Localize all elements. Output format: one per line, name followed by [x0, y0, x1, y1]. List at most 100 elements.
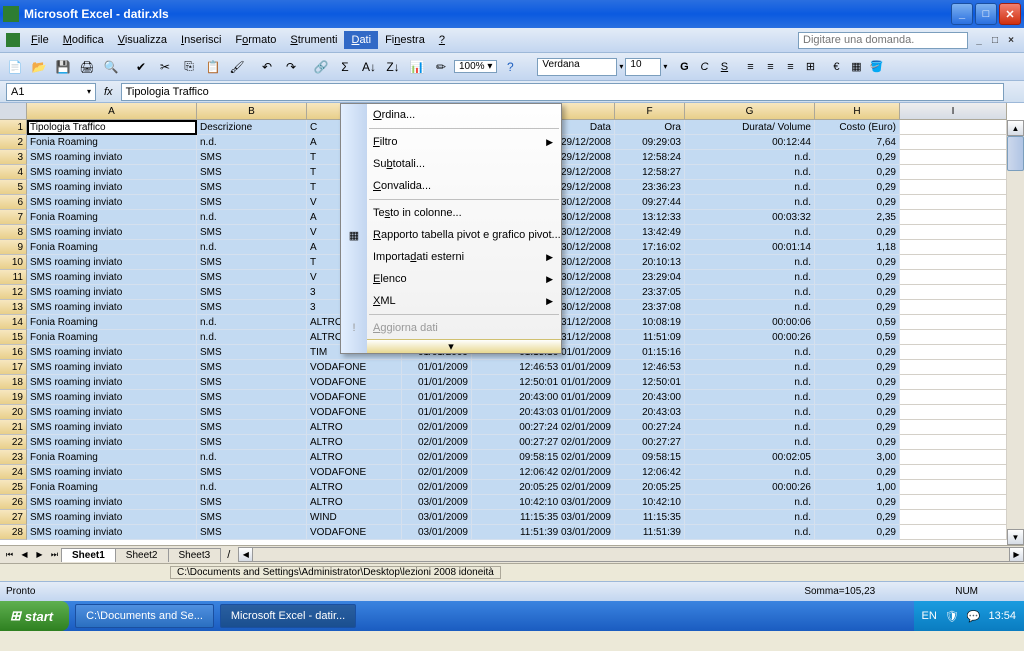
spell-icon[interactable]: ✔ — [130, 56, 152, 78]
cell-G11[interactable]: n.d. — [685, 270, 815, 285]
cell-H8[interactable]: 0,29 — [815, 225, 900, 240]
row-header-19[interactable]: 19 — [0, 390, 27, 405]
hscroll-right-icon[interactable]: ▶ — [1009, 547, 1024, 562]
cell-H16[interactable]: 0,29 — [815, 345, 900, 360]
cell-D22[interactable]: 02/01/2009 — [402, 435, 472, 450]
cell-C28[interactable]: VODAFONE — [307, 525, 402, 540]
cell-H10[interactable]: 0,29 — [815, 255, 900, 270]
doc-close[interactable]: × — [1004, 33, 1018, 47]
cell-A18[interactable]: SMS roaming inviato — [27, 375, 197, 390]
cell-A9[interactable]: Fonia Roaming — [27, 240, 197, 255]
cell-F23[interactable]: 09:58:15 — [615, 450, 685, 465]
cell-I7[interactable] — [900, 210, 1007, 225]
cell-F12[interactable]: 23:37:05 — [615, 285, 685, 300]
row-header-2[interactable]: 2 — [0, 135, 27, 150]
cell-E22[interactable]: 00:27:27 02/01/2009 — [472, 435, 615, 450]
cell-G26[interactable]: n.d. — [685, 495, 815, 510]
cell-H5[interactable]: 0,29 — [815, 180, 900, 195]
cell-G14[interactable]: 00:00:06 — [685, 315, 815, 330]
cell-B27[interactable]: SMS — [197, 510, 307, 525]
cell-H17[interactable]: 0,29 — [815, 360, 900, 375]
cell-H3[interactable]: 0,29 — [815, 150, 900, 165]
cell-H4[interactable]: 0,29 — [815, 165, 900, 180]
cell-A13[interactable]: SMS roaming inviato — [27, 300, 197, 315]
cell-D19[interactable]: 01/01/2009 — [402, 390, 472, 405]
redo-icon[interactable]: ↷ — [280, 56, 302, 78]
paste-icon[interactable]: 📋 — [202, 56, 224, 78]
cell-G5[interactable]: n.d. — [685, 180, 815, 195]
cell-I13[interactable] — [900, 300, 1007, 315]
cell-D18[interactable]: 01/01/2009 — [402, 375, 472, 390]
cell-G10[interactable]: n.d. — [685, 255, 815, 270]
col-header-H[interactable]: H — [815, 103, 900, 120]
menu-item-elenco[interactable]: Elenco▶ — [341, 268, 561, 290]
cell-C27[interactable]: WIND — [307, 510, 402, 525]
menu-item-convalida-[interactable]: Convalida... — [341, 175, 561, 197]
cell-G24[interactable]: n.d. — [685, 465, 815, 480]
cell-B24[interactable]: SMS — [197, 465, 307, 480]
row-header-4[interactable]: 4 — [0, 165, 27, 180]
cell-C24[interactable]: VODAFONE — [307, 465, 402, 480]
cell-F2[interactable]: 09:29:03 — [615, 135, 685, 150]
cell-I25[interactable] — [900, 480, 1007, 495]
cell-E23[interactable]: 09:58:15 02/01/2009 — [472, 450, 615, 465]
cell-I22[interactable] — [900, 435, 1007, 450]
cell-H20[interactable]: 0,29 — [815, 405, 900, 420]
tray-icon-2[interactable]: 💬 — [967, 610, 981, 623]
fx-icon[interactable]: fx — [104, 86, 113, 98]
cell-B22[interactable]: SMS — [197, 435, 307, 450]
cell-E26[interactable]: 10:42:10 03/01/2009 — [472, 495, 615, 510]
cell-H14[interactable]: 0,59 — [815, 315, 900, 330]
zoom-combo[interactable]: 100% ▾ — [454, 60, 497, 73]
cell-A14[interactable]: Fonia Roaming — [27, 315, 197, 330]
scroll-thumb[interactable] — [1007, 136, 1024, 171]
cell-G28[interactable]: n.d. — [685, 525, 815, 540]
fill-color-icon[interactable]: 🪣 — [867, 58, 885, 76]
minimize-button[interactable]: _ — [951, 3, 973, 25]
bold-button[interactable]: G — [675, 58, 693, 76]
cell-H9[interactable]: 1,18 — [815, 240, 900, 255]
cell-A21[interactable]: SMS roaming inviato — [27, 420, 197, 435]
cell-I28[interactable] — [900, 525, 1007, 540]
cell-A15[interactable]: Fonia Roaming — [27, 330, 197, 345]
sheet-tab-sheet3[interactable]: Sheet3 — [168, 548, 222, 562]
row-header-1[interactable]: 1 — [0, 120, 27, 135]
cell-F20[interactable]: 20:43:03 — [615, 405, 685, 420]
cell-C22[interactable]: ALTRO — [307, 435, 402, 450]
cell-H13[interactable]: 0,29 — [815, 300, 900, 315]
cell-I6[interactable] — [900, 195, 1007, 210]
cell-G7[interactable]: 00:03:32 — [685, 210, 815, 225]
cell-B14[interactable]: n.d. — [197, 315, 307, 330]
cell-F6[interactable]: 09:27:44 — [615, 195, 685, 210]
cut-icon[interactable]: ✂ — [154, 56, 176, 78]
formula-input[interactable]: Tipologia Traffico — [121, 83, 1004, 101]
sheet-tab-sheet2[interactable]: Sheet2 — [115, 548, 169, 562]
cell-C19[interactable]: VODAFONE — [307, 390, 402, 405]
cell-D28[interactable]: 03/01/2009 — [402, 525, 472, 540]
row-header-22[interactable]: 22 — [0, 435, 27, 450]
menu-inserisci[interactable]: Inserisci — [174, 31, 228, 49]
cell-I17[interactable] — [900, 360, 1007, 375]
row-header-13[interactable]: 13 — [0, 300, 27, 315]
underline-button[interactable]: S — [715, 58, 733, 76]
cell-B11[interactable]: SMS — [197, 270, 307, 285]
cell-B13[interactable]: SMS — [197, 300, 307, 315]
name-box[interactable]: A1▾ — [6, 83, 96, 101]
cell-G2[interactable]: 00:12:44 — [685, 135, 815, 150]
menu-finestra[interactable]: Finestra — [378, 31, 432, 49]
cell-C25[interactable]: ALTRO — [307, 480, 402, 495]
borders-icon[interactable]: ▦ — [847, 58, 865, 76]
col-header-F[interactable]: F — [615, 103, 685, 120]
cell-I24[interactable] — [900, 465, 1007, 480]
row-header-8[interactable]: 8 — [0, 225, 27, 240]
cell-C17[interactable]: VODAFONE — [307, 360, 402, 375]
menu-item-testo-in-colonne-[interactable]: Testo in colonne... — [341, 202, 561, 224]
row-header-16[interactable]: 16 — [0, 345, 27, 360]
preview-icon[interactable]: 🔍 — [100, 56, 122, 78]
cell-H26[interactable]: 0,29 — [815, 495, 900, 510]
cell-F7[interactable]: 13:12:33 — [615, 210, 685, 225]
row-header-20[interactable]: 20 — [0, 405, 27, 420]
cell-E21[interactable]: 00:27:24 02/01/2009 — [472, 420, 615, 435]
cell-F19[interactable]: 20:43:00 — [615, 390, 685, 405]
cell-I20[interactable] — [900, 405, 1007, 420]
